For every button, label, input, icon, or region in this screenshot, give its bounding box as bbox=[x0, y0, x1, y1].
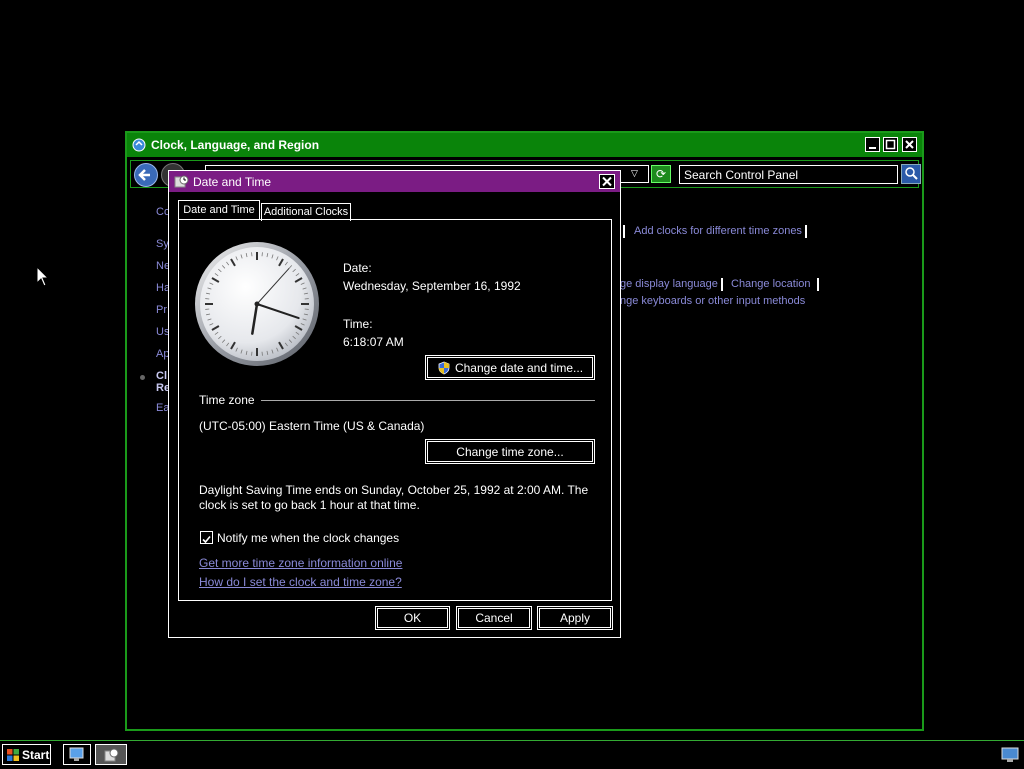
taskbar-control-panel-button[interactable] bbox=[63, 744, 91, 765]
control-panel-icon bbox=[132, 138, 146, 152]
uac-shield-icon bbox=[437, 361, 451, 375]
apply-button[interactable]: Apply bbox=[539, 608, 611, 628]
control-panel-icon bbox=[64, 745, 90, 764]
close-button[interactable] bbox=[902, 137, 917, 152]
windows-logo-icon bbox=[6, 748, 20, 762]
dialog-title: Date and Time bbox=[193, 175, 271, 189]
timezone-value: (UTC-05:00) Eastern Time (US & Canada) bbox=[199, 419, 424, 433]
dialog-close-button[interactable] bbox=[599, 174, 615, 189]
notify-checkbox[interactable] bbox=[200, 531, 213, 544]
change-location-link[interactable]: Change location bbox=[731, 278, 811, 290]
maximize-icon bbox=[884, 138, 897, 151]
minimize-icon bbox=[866, 138, 879, 151]
minimize-button[interactable] bbox=[865, 137, 880, 152]
address-dropdown-icon[interactable]: ▽ bbox=[631, 168, 645, 180]
how-to-set-clock-link[interactable]: How do I set the clock and time zone? bbox=[199, 575, 402, 589]
sidebar-current-bullet bbox=[140, 375, 145, 380]
add-clocks-link[interactable]: Add clocks for different time zones bbox=[634, 225, 802, 237]
sidebar-current-item: Cl bbox=[156, 370, 167, 382]
back-button[interactable] bbox=[134, 163, 158, 187]
tab-panel: Date: Wednesday, September 16, 1992 Time… bbox=[178, 219, 612, 601]
back-arrow-icon bbox=[135, 164, 157, 186]
cancel-button[interactable]: Cancel bbox=[458, 608, 530, 628]
dst-info-line-2: clock is set to go back 1 hour at that t… bbox=[199, 498, 420, 512]
date-label: Date: bbox=[343, 261, 372, 275]
change-date-time-label: Change date and time... bbox=[455, 361, 583, 375]
sidebar-link[interactable]: Sy bbox=[156, 238, 169, 250]
timezone-section-label: Time zone bbox=[199, 393, 255, 407]
sidebar-link[interactable]: Pr bbox=[156, 304, 167, 316]
control-panel-titlebar: Clock, Language, and Region bbox=[127, 133, 922, 157]
start-label: Start bbox=[22, 748, 49, 762]
date-value: Wednesday, September 16, 1992 bbox=[343, 279, 521, 293]
keyboards-link[interactable]: nge keyboards or other input methods bbox=[620, 295, 805, 307]
network-tray-icon[interactable] bbox=[1000, 747, 1020, 763]
separator bbox=[721, 278, 723, 291]
close-icon bbox=[903, 138, 916, 151]
search-icon bbox=[903, 165, 919, 181]
analog-clock bbox=[193, 240, 321, 368]
time-label: Time: bbox=[343, 317, 373, 331]
time-value: 6:18:07 AM bbox=[343, 335, 404, 349]
change-time-zone-button[interactable]: Change time zone... bbox=[427, 441, 593, 462]
display-language-link[interactable]: ge display language bbox=[620, 278, 718, 290]
ok-button[interactable]: OK bbox=[377, 608, 448, 628]
separator bbox=[805, 225, 807, 238]
date-time-icon bbox=[174, 174, 189, 189]
monitor-icon bbox=[1000, 747, 1020, 763]
dst-info-line-1: Daylight Saving Time ends on Sunday, Oct… bbox=[199, 483, 588, 497]
date-time-dialog: Date and Time Date and Time Additional C… bbox=[168, 170, 621, 638]
taskbar-date-time-button[interactable] bbox=[95, 744, 127, 765]
section-divider bbox=[261, 400, 595, 401]
refresh-button[interactable]: ⟳ bbox=[651, 165, 671, 183]
refresh-icon: ⟳ bbox=[656, 167, 666, 181]
separator bbox=[817, 278, 819, 291]
taskbar: Start bbox=[0, 740, 1024, 768]
mouse-cursor bbox=[36, 266, 50, 288]
search-button[interactable] bbox=[901, 164, 921, 184]
dialog-titlebar: Date and Time bbox=[169, 171, 620, 192]
separator bbox=[623, 225, 625, 238]
checkmark-icon bbox=[201, 534, 212, 545]
notify-checkbox-label[interactable]: Notify me when the clock changes bbox=[217, 531, 399, 545]
start-button[interactable]: Start bbox=[2, 744, 51, 765]
window-title: Clock, Language, and Region bbox=[151, 138, 319, 152]
maximize-button[interactable] bbox=[883, 137, 898, 152]
tab-date-and-time[interactable]: Date and Time bbox=[178, 200, 260, 220]
date-time-icon bbox=[96, 745, 126, 764]
change-date-time-button[interactable]: Change date and time... bbox=[427, 357, 593, 378]
search-input[interactable] bbox=[679, 165, 898, 184]
more-time-zone-info-link[interactable]: Get more time zone information online bbox=[199, 556, 402, 570]
close-icon bbox=[600, 175, 614, 188]
